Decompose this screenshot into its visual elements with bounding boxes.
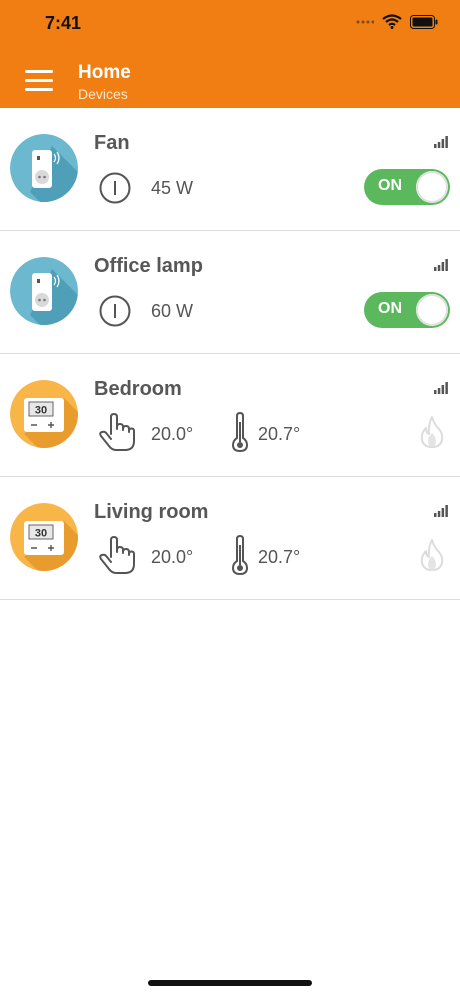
signal-icon [434,136,448,148]
power-icon[interactable] [98,171,132,205]
device-list: Fan 45 W ON Office lamp 60 W ON 30 Bedro… [0,108,460,600]
thermostat-icon: 30 [10,380,78,448]
signal-icon [434,505,448,517]
set-temperature: 20.0° [151,424,194,444]
battery-icon [410,14,438,29]
menu-icon[interactable] [25,70,53,92]
thermometer-icon [231,535,249,575]
device-name: Living room [94,501,209,523]
hand-icon[interactable] [98,535,136,575]
device-name: Fan [94,132,130,154]
power-reading: 45 W [151,178,194,198]
toggle-label: ON [378,177,402,194]
status-time: 7:41 [45,13,82,33]
power-toggle[interactable]: ON [364,292,450,328]
cellular-dots-icon [356,20,374,23]
power-reading: 60 W [151,301,194,321]
home-indicator[interactable] [148,980,312,986]
device-name: Office lamp [94,255,203,277]
hand-icon[interactable] [98,412,136,452]
device-row-fan[interactable]: Fan 45 W ON [0,108,460,231]
wifi-icon [382,14,402,29]
signal-icon [434,259,448,271]
svg-text:30: 30 [35,405,47,417]
device-row-office-lamp[interactable]: Office lamp 60 W ON [0,231,460,354]
device-name: Bedroom [94,378,182,400]
power-toggle[interactable]: ON [364,169,450,205]
toggle-knob [416,294,448,326]
smart-plug-icon [10,134,78,202]
svg-text:30: 30 [35,528,47,540]
smart-plug-icon [10,257,78,325]
page-title: Home [78,62,131,83]
current-temperature: 20.7° [258,424,301,444]
status-icons [356,14,438,29]
flame-icon [420,416,444,448]
page-subtitle: Devices [78,86,128,102]
toggle-knob [416,171,448,203]
signal-icon [434,382,448,394]
power-icon[interactable] [98,294,132,328]
current-temperature: 20.7° [258,547,301,567]
app-header: 7:41 Home Devices [0,0,460,108]
toggle-label: ON [378,300,402,317]
flame-icon [420,539,444,571]
thermometer-icon [231,412,249,452]
device-row-bedroom[interactable]: 30 Bedroom 20.0° 20.7° [0,354,460,477]
thermostat-icon: 30 [10,503,78,571]
set-temperature: 20.0° [151,547,194,567]
device-row-living-room[interactable]: 30 Living room 20.0° 20.7° [0,477,460,600]
